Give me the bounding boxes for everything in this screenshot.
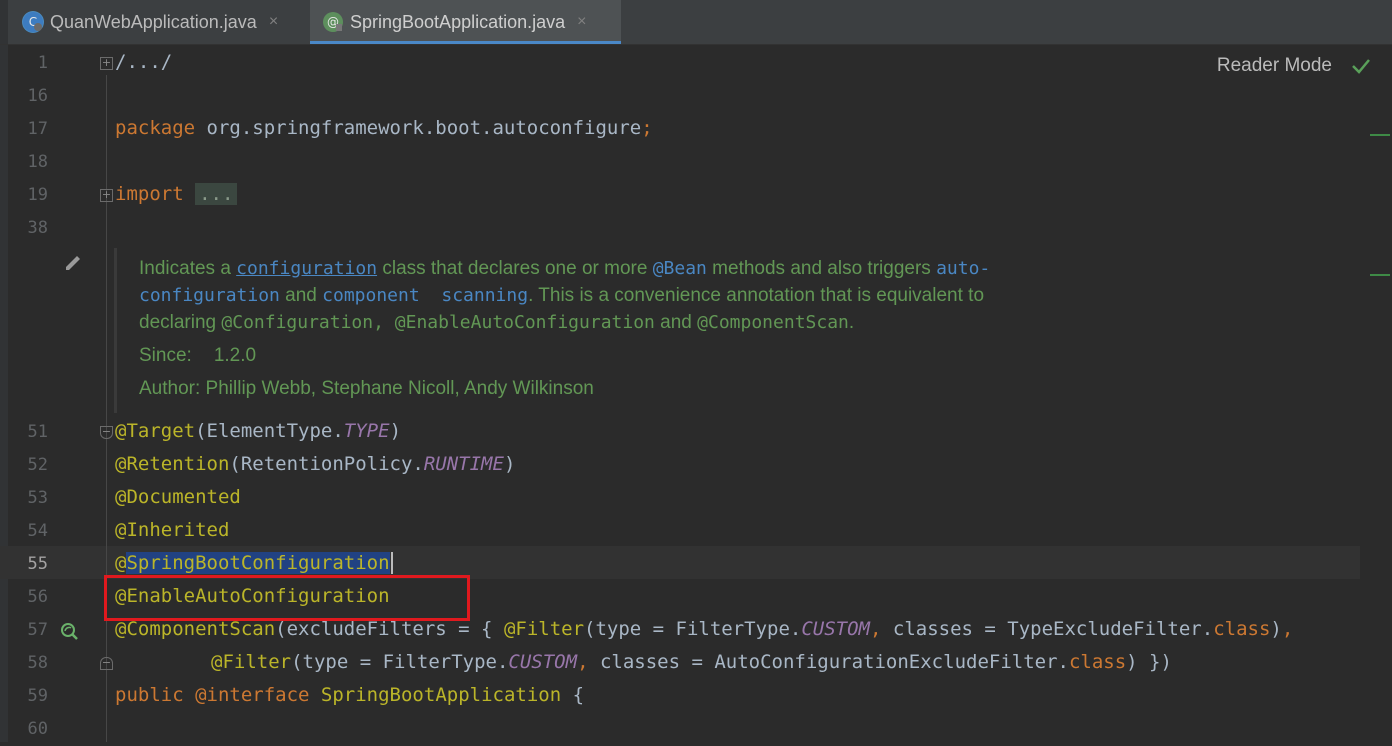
- code-line: 53 @Documented: [0, 482, 1392, 515]
- line-number: 53: [27, 488, 48, 508]
- folded-region[interactable]: /.../: [115, 51, 172, 73]
- line-number: 56: [27, 587, 48, 607]
- code-text: @Retention(RetentionPolicy.RUNTIME): [115, 453, 516, 475]
- doc-line: declaring @Configuration, @EnableAutoCon…: [139, 312, 855, 333]
- close-tab-icon[interactable]: ×: [577, 13, 586, 31]
- line-number: 54: [27, 521, 48, 541]
- code-text: @SpringBootConfiguration: [115, 552, 393, 574]
- doc-author: Author: Phillip Webb, Stephane Nicoll, A…: [139, 378, 594, 399]
- fold-collapse-icon[interactable]: −: [100, 657, 113, 670]
- editor-tab-bar: C QuanWebApplication.java × @ SpringBoot…: [0, 0, 1392, 45]
- code-text: @Inherited: [115, 519, 230, 541]
- line-number: 58: [27, 653, 48, 673]
- line-number: 57: [27, 620, 48, 640]
- code-line: 58 − @Filter(type = FilterType.CUSTOM, c…: [0, 647, 1392, 680]
- code-line: 1 + /.../: [0, 47, 1392, 80]
- code-line: 59 public @interface SpringBootApplicati…: [0, 680, 1392, 713]
- line-number: 16: [27, 86, 48, 106]
- code-line: 38: [0, 212, 1392, 245]
- rendered-javadoc: Indicates a configuration class that dec…: [114, 248, 1357, 413]
- doc-line: configuration and component scanning. Th…: [139, 285, 985, 306]
- line-number: 18: [27, 152, 48, 172]
- close-tab-icon[interactable]: ×: [269, 13, 278, 31]
- java-class-icon: C: [22, 11, 44, 33]
- tab-label: QuanWebApplication.java: [50, 11, 257, 32]
- line-number: 1: [37, 53, 48, 73]
- code-text: @Filter(type = FilterType.CUSTOM, classe…: [211, 651, 1172, 673]
- selected-text[interactable]: SpringBootConfiguration: [126, 552, 390, 574]
- doc-line: Indicates a configuration class that dec…: [139, 258, 991, 279]
- code-text: @ComponentScan(excludeFilters = { @Filte…: [115, 618, 1294, 640]
- spring-bean-gutter-icon[interactable]: [58, 620, 80, 642]
- code-text: import ...: [115, 183, 238, 205]
- code-line: 60: [0, 713, 1392, 746]
- edit-pencil-icon[interactable]: [62, 250, 84, 272]
- line-number: 19: [27, 185, 48, 205]
- highlight-annotation-box: [104, 575, 470, 621]
- tab-bar-edge: [0, 0, 8, 44]
- line-number: 51: [27, 422, 48, 442]
- doc-link[interactable]: configuration: [236, 258, 377, 279]
- line-number: 59: [27, 686, 48, 706]
- folded-imports[interactable]: ...: [195, 183, 238, 205]
- code-text: public @interface SpringBootApplication …: [115, 684, 585, 706]
- fold-expand-icon[interactable]: +: [100, 189, 113, 202]
- code-line: 52 @Retention(RetentionPolicy.RUNTIME): [0, 449, 1392, 482]
- code-line: 51 − @Target(ElementType.TYPE): [0, 416, 1392, 449]
- code-text: @Documented: [115, 486, 241, 508]
- line-number: 38: [27, 218, 48, 238]
- tab-quanwebapplication[interactable]: C QuanWebApplication.java ×: [8, 0, 308, 44]
- line-number: 60: [27, 719, 48, 739]
- fold-collapse-icon[interactable]: −: [100, 426, 113, 439]
- code-line: 54 @Inherited: [0, 515, 1392, 548]
- tab-label: SpringBootApplication.java: [350, 11, 566, 32]
- line-number: 52: [27, 455, 48, 475]
- text-caret: [390, 552, 393, 574]
- code-text: @Target(ElementType.TYPE): [115, 420, 402, 442]
- annotation-icon: @: [322, 11, 344, 33]
- tab-springbootapplication[interactable]: @ SpringBootApplication.java ×: [310, 0, 621, 44]
- line-number: 55: [27, 554, 48, 574]
- code-line: 19 + import ...: [0, 179, 1392, 212]
- doc-since: Since: 1.2.0: [139, 345, 257, 366]
- fold-expand-icon[interactable]: +: [100, 57, 113, 70]
- scroll-marker: [1370, 274, 1390, 276]
- code-line: 18: [0, 146, 1392, 179]
- code-text: package org.springframework.boot.autocon…: [115, 117, 653, 139]
- code-line: 16: [0, 80, 1392, 113]
- code-line: 17 package org.springframework.boot.auto…: [0, 113, 1392, 146]
- line-number: 17: [27, 119, 48, 139]
